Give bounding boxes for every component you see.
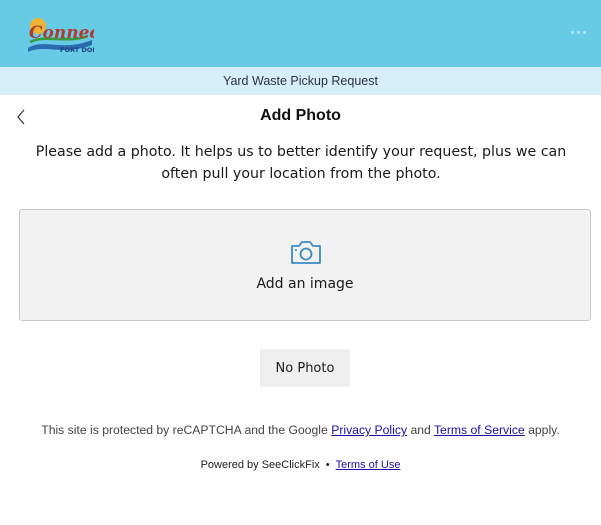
camera-icon — [289, 238, 323, 266]
add-image-label: Add an image — [256, 276, 354, 292]
logo-script-text: Connect — [29, 23, 94, 43]
more-dots-icon[interactable] — [567, 27, 589, 37]
instructions-text: Please add a photo. It helps us to bette… — [35, 144, 567, 182]
and-text: and — [410, 423, 431, 437]
footer-separator: • — [325, 459, 330, 471]
recaptcha-notice: This site is protected by reCAPTCHA and … — [0, 423, 601, 437]
terms-of-service-link[interactable]: Terms of Service — [434, 423, 525, 437]
request-type-title: Yard Waste Pickup Request — [223, 74, 378, 88]
recaptcha-prefix: This site is protected by reCAPTCHA and … — [41, 423, 328, 437]
add-image-dropzone[interactable]: Add an image — [19, 209, 591, 321]
connect-fort-dodge-logo[interactable]: Connect FORT DODGE — [26, 12, 108, 58]
apply-text: apply. — [528, 423, 560, 437]
logo-subtext: FORT DODGE — [60, 46, 94, 54]
powered-by-text: Powered by SeeClickFix — [200, 459, 320, 471]
app-header: Connect FORT DODGE — [0, 0, 601, 67]
powered-by-footer: Powered by SeeClickFix • Terms of Use — [0, 459, 601, 471]
page-title: Add Photo — [260, 107, 341, 124]
terms-of-use-link[interactable]: Terms of Use — [336, 459, 401, 471]
no-photo-button[interactable]: No Photo — [260, 349, 350, 387]
privacy-policy-link[interactable]: Privacy Policy — [331, 423, 407, 437]
request-type-bar: Yard Waste Pickup Request — [0, 67, 601, 95]
